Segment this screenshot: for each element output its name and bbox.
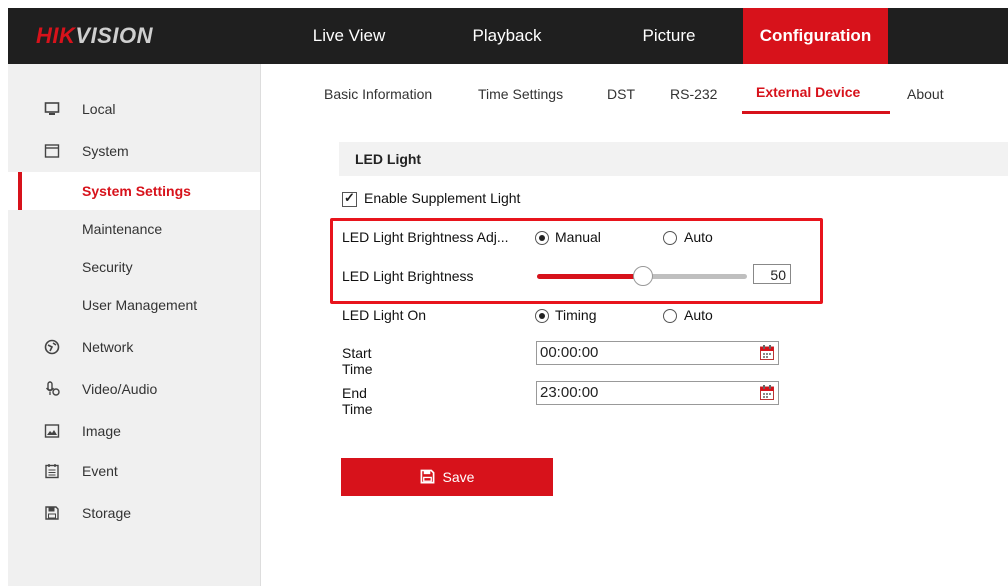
end-time-label: End Time xyxy=(342,385,373,417)
light-on-timing-label: Timing xyxy=(555,307,597,323)
nav-configuration[interactable]: Configuration xyxy=(743,8,888,64)
tab-time-settings[interactable]: Time Settings xyxy=(478,86,563,102)
nav-live-view[interactable]: Live View xyxy=(304,8,394,64)
monitor-icon xyxy=(44,102,60,115)
tab-about[interactable]: About xyxy=(907,86,944,102)
microphone-icon xyxy=(45,381,60,396)
light-on-timing-radio[interactable] xyxy=(535,309,549,323)
enable-supplement-light-checkbox[interactable] xyxy=(342,190,357,207)
sidebar-item-local[interactable]: Local xyxy=(8,90,260,128)
sidebar-item-event[interactable]: Event xyxy=(8,452,260,490)
led-light-on-label: LED Light On xyxy=(342,307,427,323)
sidebar-item-system[interactable]: System xyxy=(8,132,260,170)
sidebar-item-user-management[interactable]: User Management xyxy=(8,286,260,324)
sidebar-item-label: Local xyxy=(82,101,116,117)
sidebar-item-label: Maintenance xyxy=(82,221,163,237)
save-button[interactable]: Save xyxy=(341,458,553,496)
sidebar-item-storage[interactable]: Storage xyxy=(8,494,260,532)
sidebar-item-security[interactable]: Security xyxy=(8,248,260,286)
end-time-value: 23:00:00 xyxy=(540,384,599,401)
sidebar-item-label: Video/Audio xyxy=(82,381,158,397)
globe-icon xyxy=(44,339,60,355)
nav-picture[interactable]: Picture xyxy=(624,8,714,64)
highlight-box xyxy=(330,218,823,304)
settings-tabs: Basic Information Time Settings DST RS-2… xyxy=(260,64,1008,116)
start-time-label: Start Time xyxy=(342,345,373,377)
tab-external-device[interactable]: External Device xyxy=(756,84,860,100)
tab-rs-232[interactable]: RS-232 xyxy=(670,86,717,102)
tab-basic-information[interactable]: Basic Information xyxy=(324,86,432,102)
system-icon xyxy=(44,144,60,158)
sidebar-item-label: Security xyxy=(82,259,133,275)
sidebar-item-network[interactable]: Network xyxy=(8,328,260,366)
light-on-auto-label: Auto xyxy=(684,307,713,323)
active-tab-indicator xyxy=(742,111,890,114)
disk-icon xyxy=(45,506,59,520)
sidebar-item-label: Image xyxy=(82,423,121,439)
save-button-label: Save xyxy=(442,469,475,485)
sidebar-item-label: System Settings xyxy=(82,183,191,199)
app-window: HIKVISION Live View Playback Picture Con… xyxy=(0,0,1008,586)
calendar-picker-icon[interactable] xyxy=(760,345,774,360)
sidebar-item-label: Storage xyxy=(82,505,132,521)
light-on-auto-radio[interactable] xyxy=(663,309,677,323)
start-time-value: 00:00:00 xyxy=(540,344,599,361)
sidebar-item-label: Event xyxy=(82,463,118,479)
section-header: LED Light xyxy=(339,142,1008,176)
end-time-input[interactable]: 23:00:00 xyxy=(536,381,779,405)
sidebar-item-maintenance[interactable]: Maintenance xyxy=(8,210,260,248)
nav-playback[interactable]: Playback xyxy=(462,8,552,64)
tab-dst[interactable]: DST xyxy=(607,86,635,102)
sidebar-item-video-audio[interactable]: Video/Audio xyxy=(8,370,260,408)
sidebar-item-label: User Management xyxy=(82,297,198,313)
sidebar-item-label: Network xyxy=(82,339,134,355)
calendar-picker-icon[interactable] xyxy=(760,385,774,400)
top-nav-bar: HIKVISION Live View Playback Picture Con… xyxy=(8,8,1008,64)
sidebar: Local System System Settings Maintenance… xyxy=(8,64,261,586)
sidebar-item-label: System xyxy=(82,143,129,159)
sidebar-item-image[interactable]: Image xyxy=(8,412,260,450)
hikvision-logo: HIKVISION xyxy=(36,23,153,48)
save-icon xyxy=(420,469,434,484)
start-time-input[interactable]: 00:00:00 xyxy=(536,341,779,365)
image-icon xyxy=(44,424,60,438)
calendar-icon xyxy=(45,464,59,479)
sidebar-item-system-settings[interactable]: System Settings xyxy=(8,172,260,210)
enable-supplement-light-label: Enable Supplement Light xyxy=(364,190,521,206)
